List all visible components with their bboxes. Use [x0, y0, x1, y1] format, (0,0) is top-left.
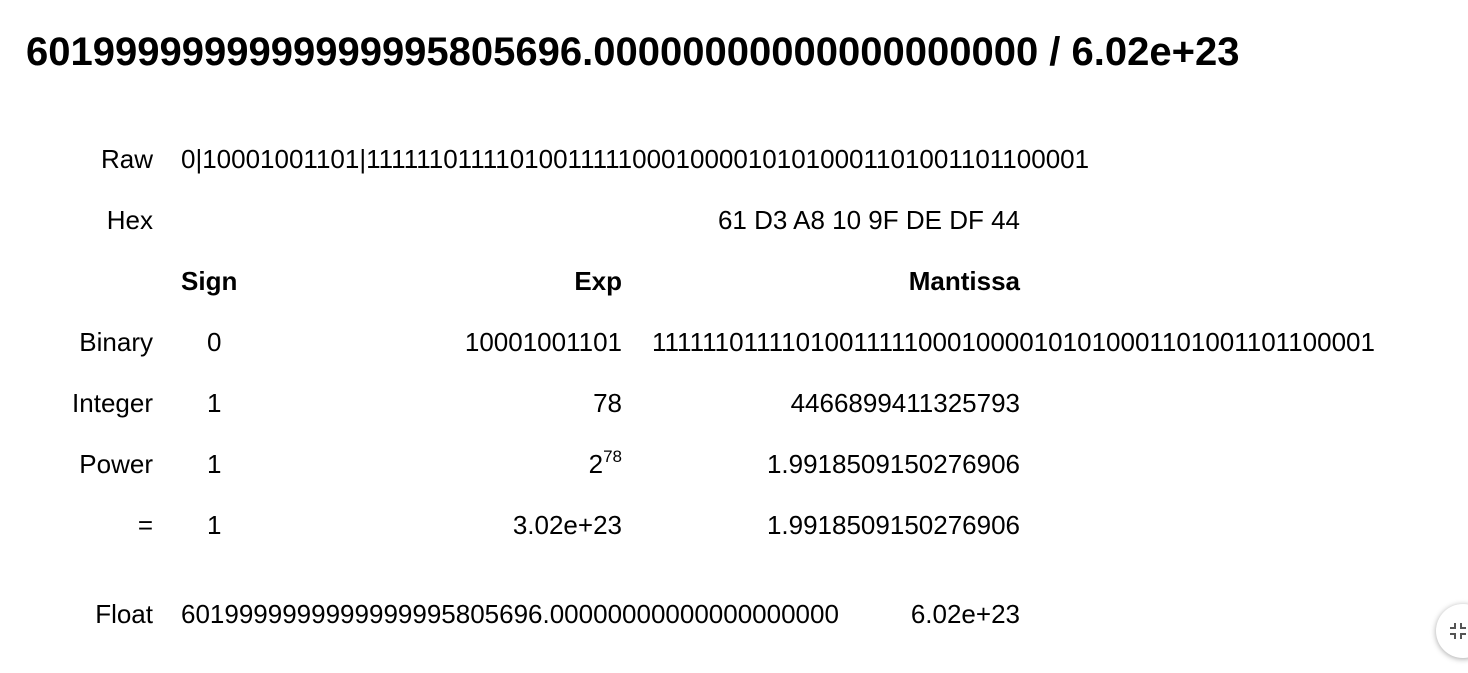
exp-header: Exp	[574, 266, 622, 296]
float-row: Float 6019999999999999995805696.00000000…	[0, 596, 1468, 632]
integer-row: Integer 1 78 4466899411325793	[0, 385, 1468, 421]
float-scientific: 6.02e+23	[910, 599, 1020, 629]
binary-mantissa: 1111110111101001111100010000101010001101…	[652, 327, 1375, 357]
integer-label: Integer	[72, 388, 153, 418]
binary-exp: 10001001101	[464, 327, 622, 357]
raw-label: Raw	[100, 144, 153, 174]
integer-mantissa: 4466899411325793	[790, 388, 1020, 418]
power-exp-base: 2	[588, 449, 604, 479]
binary-sign: 0	[207, 327, 222, 357]
power-sign: 1	[207, 449, 222, 479]
equals-mantissa: 1.9918509150276906	[766, 510, 1020, 540]
binary-label: Binary	[79, 327, 153, 357]
raw-value: 0|10001001101|11111101111010011111000100…	[181, 144, 1090, 174]
collapse-icon	[1450, 623, 1466, 639]
power-exp: 278	[589, 446, 622, 486]
equals-sign: 1	[207, 510, 222, 540]
equals-label: =	[137, 510, 153, 540]
power-label: Power	[79, 449, 153, 479]
mantissa-header: Mantissa	[908, 266, 1020, 296]
float-inspector-page: 6019999999999999995805696.00000000000000…	[0, 0, 1468, 673]
power-mantissa: 1.9918509150276906	[766, 449, 1020, 479]
hex-label: Hex	[106, 205, 153, 235]
power-row: Power 1 278 1.9918509150276906	[0, 446, 1468, 482]
binary-row: Binary 0 10001001101 1111110111101001111…	[0, 324, 1468, 360]
integer-sign: 1	[207, 388, 222, 418]
equals-row: = 1 3.02e+23 1.9918509150276906	[0, 507, 1468, 543]
hex-row: Hex 61 D3 A8 10 9F DE DF 44	[0, 202, 1468, 238]
power-exp-superscript: 78	[603, 447, 622, 466]
hex-value: 61 D3 A8 10 9F DE DF 44	[717, 205, 1020, 235]
integer-exp: 78	[593, 388, 622, 418]
raw-row: Raw 0|10001001101|1111110111101001111100…	[0, 141, 1468, 177]
float-label: Float	[95, 599, 153, 629]
sign-header: Sign	[181, 266, 238, 296]
equals-exp: 3.02e+23	[512, 510, 622, 540]
float-decimal: 6019999999999999995805696.00000000000000…	[181, 599, 839, 629]
page-title: 6019999999999999995805696.00000000000000…	[26, 30, 1240, 74]
header-row: Sign Exp Mantissa	[0, 263, 1468, 299]
